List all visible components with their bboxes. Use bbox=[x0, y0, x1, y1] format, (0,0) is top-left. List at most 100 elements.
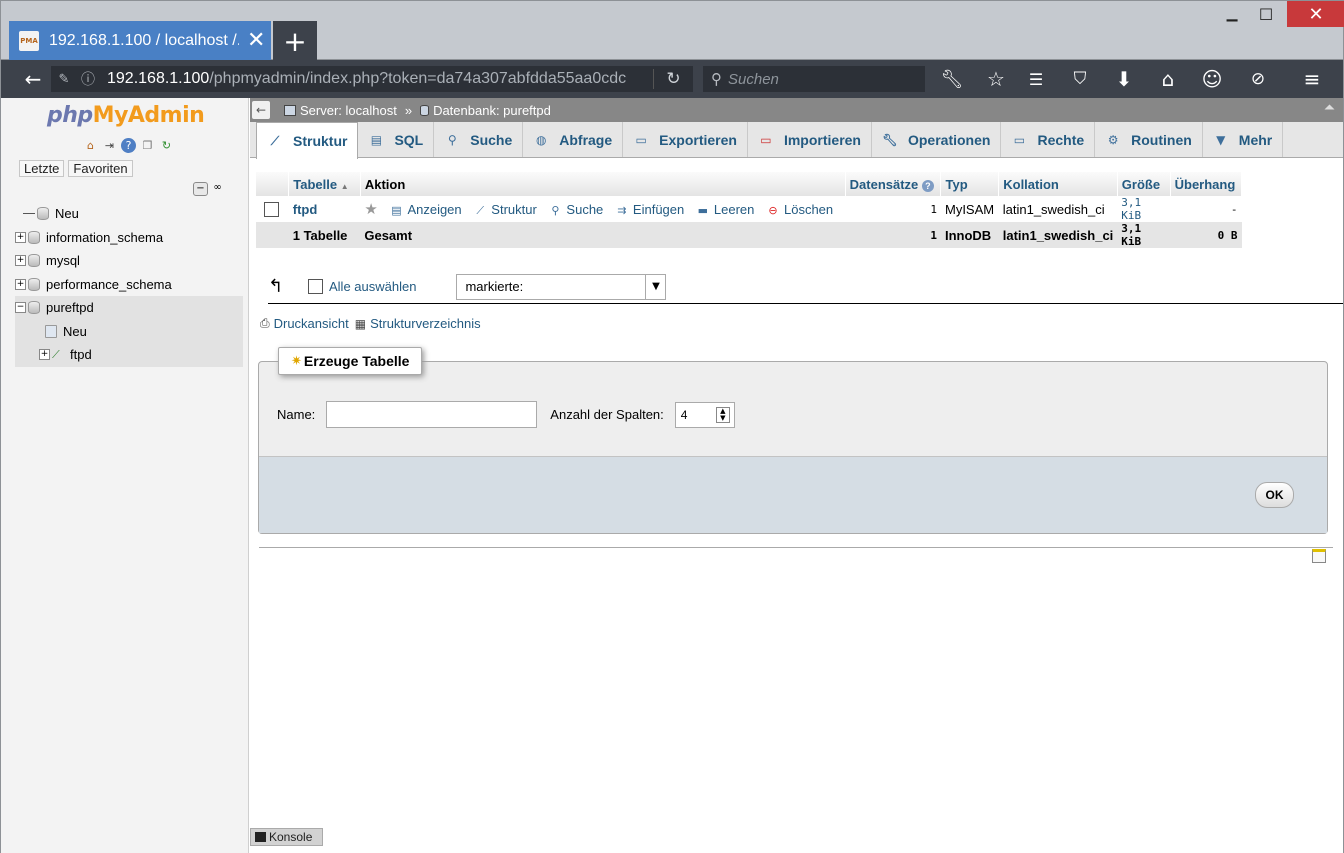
expand-icon[interactable]: + bbox=[15, 278, 26, 290]
data-dictionary-link[interactable]: ▦ Strukturverzeichnis bbox=[355, 316, 481, 331]
new-table-icon: ✷ bbox=[291, 353, 302, 369]
tab-routinen[interactable]: ⚙ Routinen bbox=[1095, 122, 1203, 157]
routines-icon: ⚙ bbox=[1107, 132, 1119, 147]
favorites-button[interactable]: Favoriten bbox=[68, 160, 133, 177]
column-header-typ[interactable]: Typ bbox=[940, 172, 1000, 196]
tab-abfrage[interactable]: ◍ Abfrage bbox=[523, 122, 624, 157]
home-icon[interactable]: ⌂ bbox=[1151, 60, 1185, 98]
column-header-ueberhang[interactable]: Überhang bbox=[1170, 172, 1243, 196]
tab-mehr[interactable]: ▼ Mehr bbox=[1203, 122, 1284, 157]
stepper-arrows-icon[interactable]: ▲ ▼ bbox=[715, 406, 730, 423]
breadcrumb-server[interactable]: Server: localhost bbox=[300, 103, 397, 118]
link-icon[interactable]: ∞ bbox=[210, 182, 225, 196]
tab-struktur[interactable]: ⟋ Struktur bbox=[256, 122, 359, 159]
download-icon[interactable]: ⬇ bbox=[1107, 60, 1141, 98]
expand-icon[interactable]: + bbox=[39, 349, 50, 361]
extension-icon[interactable]: ⊘ bbox=[1241, 60, 1275, 98]
tree-controls: − ∞ bbox=[193, 182, 225, 196]
tree-item-mysql[interactable]: + mysql bbox=[15, 249, 243, 273]
table-name-field[interactable] bbox=[326, 401, 538, 428]
tab-sql[interactable]: ▤ SQL bbox=[358, 122, 435, 157]
tab-suche[interactable]: ⚲ Suche bbox=[434, 122, 524, 157]
back-arrow-icon[interactable]: ← bbox=[252, 101, 270, 119]
database-tree: Neu + information_schema + mysql + perfo… bbox=[15, 202, 243, 367]
reload-icon[interactable]: ↻ bbox=[653, 69, 693, 89]
column-header-groesse[interactable]: Größe bbox=[1117, 172, 1171, 196]
favorite-star-icon[interactable]: ★ bbox=[364, 200, 377, 218]
action-structure[interactable]: ⟋ Struktur bbox=[473, 202, 536, 217]
query-icon: ◍ bbox=[536, 132, 547, 147]
name-label: Name: bbox=[277, 407, 316, 422]
page-settings-icon[interactable] bbox=[1312, 549, 1326, 563]
url-bar[interactable]: ✎ ⓘ 192.168.1.100/phpmyadmin/index.php?t… bbox=[51, 66, 693, 92]
table-name-link[interactable]: ftpd bbox=[289, 196, 361, 222]
tree-item-new-table[interactable]: Neu bbox=[15, 319, 243, 343]
footer-size: 3,1 KiB bbox=[1117, 222, 1171, 248]
tab-exportieren[interactable]: ▭ Exportieren bbox=[623, 122, 748, 157]
browser-navbar: ← ✎ ⓘ 192.168.1.100/phpmyadmin/index.php… bbox=[0, 60, 1344, 98]
print-view-link[interactable]: ⎙ Druckansicht bbox=[260, 316, 349, 331]
tab-importieren[interactable]: ▭ Importieren bbox=[748, 122, 872, 157]
row-engine: MyISAM bbox=[944, 201, 995, 217]
select-all-checkbox[interactable] bbox=[308, 279, 323, 294]
reader-list-icon[interactable]: ☰ bbox=[1019, 60, 1053, 98]
action-drop[interactable]: ⊖ Löschen bbox=[766, 202, 833, 217]
structure-icon: ⟋ bbox=[476, 204, 485, 217]
wrench-site-icon[interactable]: ✎ bbox=[51, 72, 77, 87]
row-size[interactable]: 3,1 KiB bbox=[1117, 196, 1170, 222]
row-checkbox[interactable] bbox=[264, 202, 279, 218]
search-input[interactable]: ⚲ Suchen bbox=[703, 66, 925, 92]
tree-item-performance-schema[interactable]: + performance_schema bbox=[15, 273, 243, 297]
maximize-button[interactable]: ☐ bbox=[1251, 1, 1281, 27]
columns-stepper[interactable]: 4 ▲ ▼ bbox=[674, 401, 735, 428]
select-all-label[interactable]: Alle auswählen bbox=[329, 279, 416, 294]
browser-tab[interactable]: PMA 192.168.1.100 / localhost /... ✕ bbox=[9, 21, 271, 61]
docs-icon[interactable]: ❐ bbox=[140, 138, 155, 153]
footer-overhead: 0 B bbox=[1170, 222, 1242, 248]
close-window-button[interactable]: ✕ bbox=[1287, 1, 1344, 27]
ok-button[interactable]: OK bbox=[1255, 482, 1294, 508]
breadcrumb-database[interactable]: Datenbank: pureftpd bbox=[433, 103, 551, 118]
expand-icon[interactable]: + bbox=[15, 255, 26, 267]
console-toggle[interactable]: Konsole bbox=[250, 828, 323, 846]
tab-rechte[interactable]: ▭ Rechte bbox=[1001, 122, 1096, 157]
action-empty[interactable]: ▬ Leeren bbox=[696, 202, 755, 217]
info-icon[interactable]: ⓘ bbox=[77, 69, 99, 89]
help-icon[interactable]: ? bbox=[121, 138, 136, 153]
tree-item-pureftpd[interactable]: − pureftpd bbox=[15, 296, 243, 320]
bookmark-star-icon[interactable]: ☆ bbox=[979, 60, 1013, 98]
action-insert[interactable]: ⇉ Einfügen bbox=[615, 202, 684, 217]
action-browse[interactable]: ▤ Anzeigen bbox=[389, 202, 461, 217]
column-header-datensaetze[interactable]: Datensätze ? bbox=[845, 172, 942, 196]
recent-button[interactable]: Letzte bbox=[19, 160, 65, 177]
with-selected-select[interactable]: markierte: ▼ bbox=[456, 273, 667, 300]
reload-icon[interactable]: ↻ bbox=[159, 138, 174, 153]
smiley-icon[interactable]: ☺ bbox=[1195, 60, 1229, 98]
bulk-actions: ↰ Alle auswählen markierte: ▼ bbox=[268, 270, 1343, 304]
close-tab-icon[interactable]: ✕ bbox=[247, 30, 265, 52]
minimize-button[interactable]: ▁ bbox=[1217, 1, 1247, 27]
action-search[interactable]: ⚲ Suche bbox=[548, 202, 603, 217]
phpmyadmin-logo[interactable]: phpMyAdmin bbox=[47, 103, 205, 128]
column-header-kollation[interactable]: Kollation bbox=[998, 172, 1118, 196]
url-text[interactable]: 192.168.1.100/phpmyadmin/index.php?token… bbox=[107, 70, 627, 88]
back-arrow-icon[interactable]: ← bbox=[15, 60, 51, 98]
footer-collation: latin1_swedish_ci bbox=[998, 222, 1118, 248]
tree-item-new-db[interactable]: Neu bbox=[15, 202, 243, 226]
collapse-all-icon[interactable]: − bbox=[193, 182, 208, 196]
logout-icon[interactable]: ⇥ bbox=[102, 138, 117, 153]
new-tab-button[interactable]: + bbox=[273, 21, 317, 61]
tree-item-ftpd[interactable]: + ⟋ ftpd bbox=[15, 343, 243, 367]
expand-icon[interactable]: + bbox=[15, 231, 26, 243]
menu-hamburger-icon[interactable]: ≡ bbox=[1295, 60, 1329, 98]
collapse-icon[interactable]: − bbox=[15, 302, 26, 314]
tab-operationen[interactable]: 🔧︎ Operationen bbox=[872, 122, 1002, 157]
quick-icons: ⌂ ⇥ ? ❐ ↻ bbox=[83, 138, 174, 153]
pocket-icon[interactable]: ⛉ bbox=[1063, 60, 1097, 98]
tree-item-information-schema[interactable]: + information_schema bbox=[15, 226, 243, 250]
scroll-top-icon[interactable]: ⏶ bbox=[1324, 100, 1335, 116]
column-header-tabelle[interactable]: Tabelle ▲ bbox=[288, 172, 361, 196]
sort-ascending-icon: ▲ bbox=[340, 181, 349, 191]
home-icon[interactable]: ⌂ bbox=[83, 138, 98, 153]
tools-wrench-icon[interactable]: 🔧︎ bbox=[935, 60, 969, 98]
